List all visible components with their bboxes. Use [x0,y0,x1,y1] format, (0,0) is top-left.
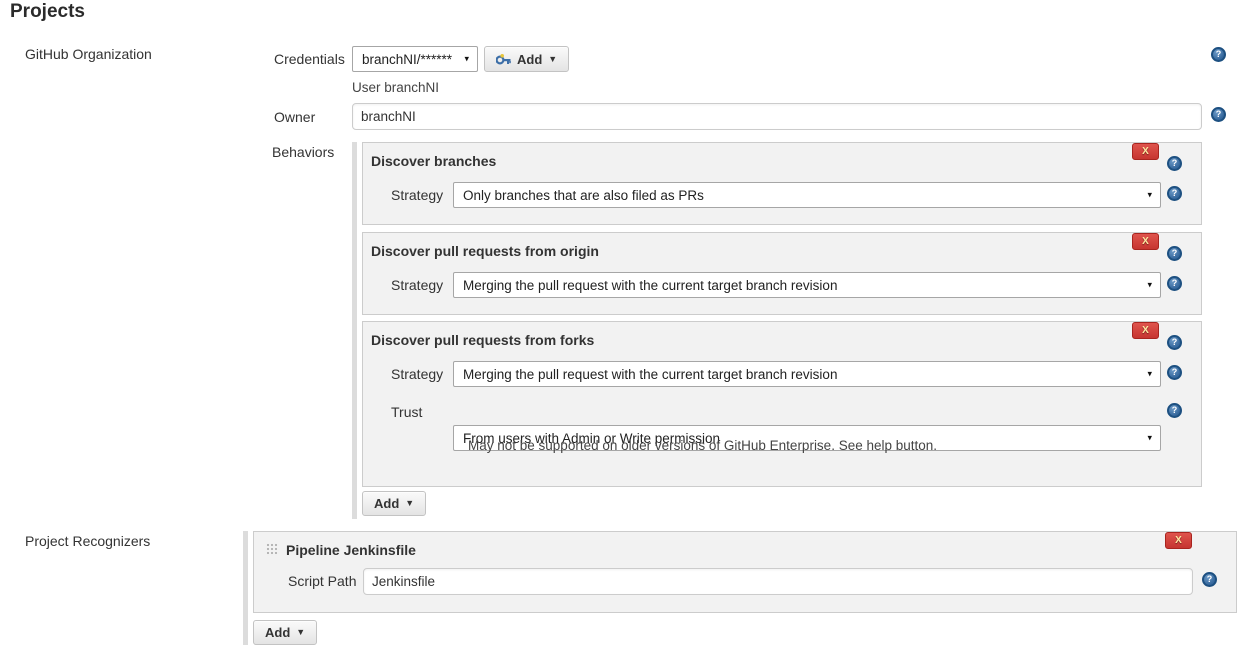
script-path-help-icon[interactable]: ? [1202,572,1217,587]
strategy-help-icon[interactable]: ? [1167,276,1182,291]
behavior-block-discover-pr-origin: Discover pull requests from origin X ? S… [362,232,1202,315]
trust-note: May not be supported on older versions o… [468,438,937,453]
delete-behavior-button[interactable]: X [1132,233,1159,250]
strategy-label: Strategy [391,277,443,293]
recognizers-repeatable-bar [243,531,248,645]
strategy-help-icon[interactable]: ? [1167,186,1182,201]
chevron-down-icon: ▼ [296,628,305,637]
credentials-help-icon[interactable]: ? [1211,47,1226,62]
recognizer-block-title: Pipeline Jenkinsfile [286,542,416,558]
recognizer-block-pipeline-jenkinsfile: Pipeline Jenkinsfile X Script Path ? [253,531,1237,613]
strategy-select-value: Merging the pull request with the curren… [463,367,837,382]
strategy-select-value: Only branches that are also filed as PRs [463,188,704,203]
recognizers-add-label: Add [265,625,290,640]
trust-label: Trust [391,404,422,420]
behavior-help-icon[interactable]: ? [1167,156,1182,171]
strategy-select[interactable]: Merging the pull request with the curren… [453,272,1161,298]
script-path-label: Script Path [288,573,356,589]
strategy-select-value: Merging the pull request with the curren… [463,278,837,293]
behavior-block-discover-pr-forks: Discover pull requests from forks X ? St… [362,321,1202,487]
owner-input[interactable] [352,103,1202,130]
trust-help-icon[interactable]: ? [1167,403,1182,418]
drag-handle-icon[interactable] [266,543,279,556]
chevron-down-icon: ▾ [464,55,469,64]
behavior-block-title: Discover pull requests from forks [371,332,594,348]
behavior-help-icon[interactable]: ? [1167,335,1182,350]
chevron-down-icon: ▾ [1147,370,1152,379]
credentials-select[interactable]: branchNI/****** ▾ [352,46,478,72]
chevron-down-icon: ▾ [1147,434,1152,443]
behaviors-label: Behaviors [272,144,334,160]
chevron-down-icon: ▼ [548,55,557,64]
behavior-block-discover-branches: Discover branches X ? Strategy Only bran… [362,142,1202,225]
credentials-add-button[interactable]: Add ▼ [484,46,569,72]
behaviors-add-button[interactable]: Add ▼ [362,491,426,516]
section-label-github-organization: GitHub Organization [25,46,152,62]
delete-behavior-button[interactable]: X [1132,143,1159,160]
chevron-down-icon: ▾ [1147,281,1152,290]
behavior-help-icon[interactable]: ? [1167,246,1182,261]
behavior-block-title: Discover pull requests from origin [371,243,599,259]
page-title: Projects [10,1,85,23]
owner-help-icon[interactable]: ? [1211,107,1226,122]
delete-behavior-button[interactable]: X [1132,322,1159,339]
strategy-label: Strategy [391,187,443,203]
delete-recognizer-button[interactable]: X [1165,532,1192,549]
owner-label: Owner [274,109,315,125]
key-icon [496,54,511,65]
script-path-input[interactable] [363,568,1193,595]
behaviors-repeatable-bar [352,142,357,519]
credentials-select-value: branchNI/****** [362,52,452,67]
credentials-add-label: Add [517,52,542,67]
credentials-description: User branchNI [352,80,439,95]
behaviors-add-label: Add [374,496,399,511]
strategy-select[interactable]: Only branches that are also filed as PRs… [453,182,1161,208]
strategy-select[interactable]: Merging the pull request with the curren… [453,361,1161,387]
behavior-block-title: Discover branches [371,153,496,169]
chevron-down-icon: ▼ [405,499,414,508]
recognizers-add-button[interactable]: Add ▼ [253,620,317,645]
strategy-label: Strategy [391,366,443,382]
chevron-down-icon: ▾ [1147,191,1152,200]
section-label-project-recognizers: Project Recognizers [25,533,150,549]
strategy-help-icon[interactable]: ? [1167,365,1182,380]
credentials-label: Credentials [274,51,345,67]
